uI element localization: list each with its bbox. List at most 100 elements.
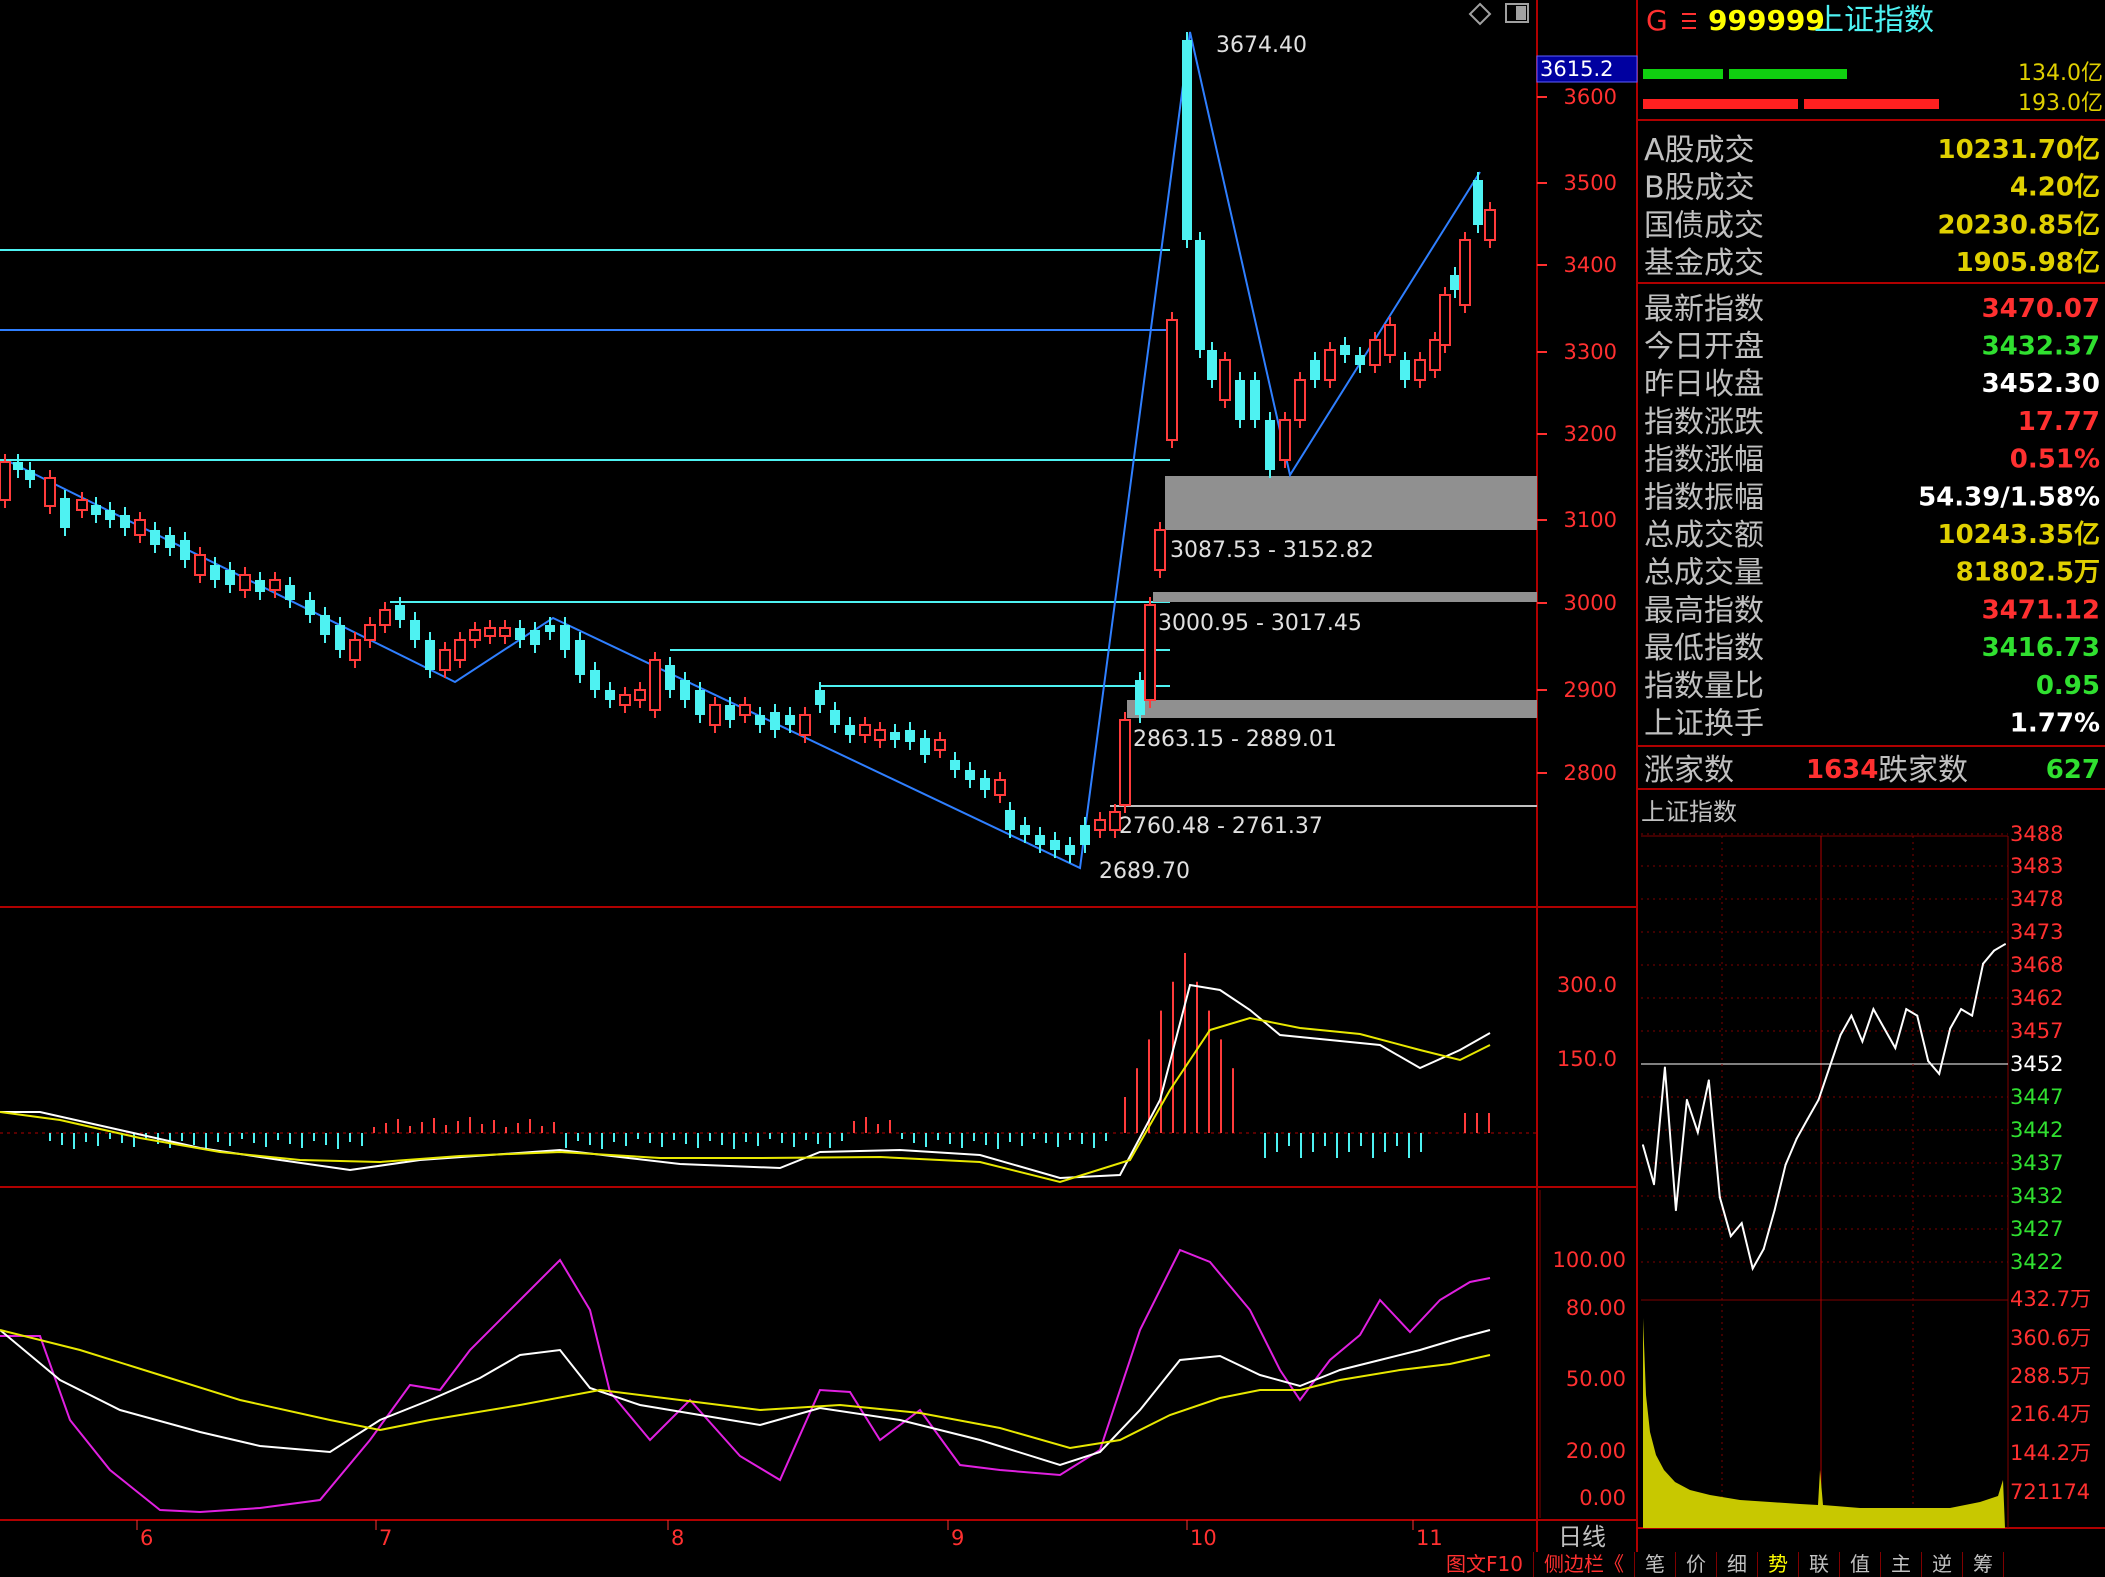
candle-body <box>934 739 946 751</box>
tab-bi[interactable]: 笔 <box>1635 1552 1676 1577</box>
stat-value: 3416.73 <box>1982 633 2100 663</box>
candle-body <box>44 477 56 507</box>
stat-label: 最低指数 <box>1644 631 1764 666</box>
price-tick-label: 3500 <box>1564 171 1617 195</box>
candle-body <box>920 738 930 755</box>
kdj-tick-label: 0.00 <box>1579 1486 1626 1510</box>
kdj-tick-label: 80.00 <box>1566 1296 1626 1320</box>
intraday-price-tick: 3422 <box>2010 1250 2063 1274</box>
candle-body <box>605 690 615 700</box>
tab-shi[interactable]: 势 <box>1758 1552 1799 1577</box>
tab-jia[interactable]: 价 <box>1676 1552 1717 1577</box>
stat-value: 1.77% <box>2010 709 2100 739</box>
tab-ni[interactable]: 逆 <box>1922 1552 1963 1577</box>
stat-value: 81802.5万 <box>1956 558 2100 588</box>
kdj-tick-label: 50.00 <box>1566 1367 1626 1391</box>
candle-body <box>1119 719 1131 806</box>
candle-body <box>1355 355 1365 365</box>
diamond-icon[interactable] <box>1468 2 1492 26</box>
candle-body <box>13 462 23 470</box>
intraday-price-tick: 3468 <box>2010 953 2063 977</box>
intraday-price-series <box>1642 943 2006 1272</box>
candle-body <box>1250 380 1260 420</box>
candle-body <box>1195 240 1205 350</box>
tab-f10[interactable]: 图文F10 <box>1436 1552 1534 1577</box>
stat-value: 10243.35亿 <box>1937 520 2100 550</box>
tab-zhi[interactable]: 值 <box>1840 1552 1881 1577</box>
candle-body <box>1094 819 1106 831</box>
stat-label: 今日开盘 <box>1644 330 1764 365</box>
candle-body <box>225 570 235 585</box>
intraday-point <box>1784 1163 1787 1166</box>
price-tick-label: 3600 <box>1564 85 1617 109</box>
candle-body <box>0 461 11 501</box>
intraday-price-axis: 3488 3483 3478 3473 3468 3462 3457 3452 3447 3442… <box>2010 822 2063 1274</box>
stat-value: 20230.85亿 <box>1937 210 2100 240</box>
window-toggle-icon[interactable] <box>1505 3 1529 23</box>
period-label[interactable]: 日线 <box>1558 1523 1606 1551</box>
stat-value: 3432.37 <box>1982 332 2100 362</box>
stat-value: 17.77 <box>2018 407 2100 437</box>
candle-body <box>980 778 990 790</box>
price-tick-label: 3300 <box>1564 340 1617 364</box>
candle-body <box>695 690 705 715</box>
price-tick-label: 3400 <box>1564 253 1617 277</box>
tab-xi[interactable]: 细 <box>1717 1552 1758 1577</box>
flow-bars <box>1643 69 1939 109</box>
stat-label: 指数涨跌 <box>1644 405 1764 440</box>
intraday-price-tick: 3473 <box>2010 920 2063 944</box>
month-label: 11 <box>1416 1526 1443 1550</box>
intraday-point <box>1806 1118 1809 1121</box>
price-axis: 3600 3500 3400 3300 3200 3100 3000 2900 2800 <box>1537 85 1617 785</box>
candle-body <box>1340 345 1350 355</box>
intraday-volume-tick: 721174 <box>2010 1480 2090 1504</box>
intraday-volume-axis: 432.7万 360.6万 288.5万 216.4万 144.2万 721174 <box>2010 1287 2091 1504</box>
candle-body <box>815 690 825 705</box>
menu-lines-icon[interactable] <box>1682 13 1696 29</box>
intraday-point <box>1773 1209 1776 1212</box>
stat-label: B股成交 <box>1644 171 1755 206</box>
intraday-point <box>1861 1040 1864 1043</box>
low-label: 2689.70 <box>1099 859 1190 884</box>
stat-label: 最高指数 <box>1644 593 1764 628</box>
tab-chou[interactable]: 筹 <box>1963 1552 2004 1577</box>
candle-body <box>499 627 511 637</box>
tab-sidebar[interactable]: 侧边栏《 <box>1534 1552 1635 1577</box>
tab-lian[interactable]: 联 <box>1799 1552 1840 1577</box>
candle-body <box>239 574 251 591</box>
intraday-price-tick: 3483 <box>2010 854 2063 878</box>
candle-body <box>1182 40 1192 240</box>
price-tick-label: 2800 <box>1564 761 1617 785</box>
intraday-price-tick: 3442 <box>2010 1118 2063 1142</box>
month-label: 7 <box>379 1526 392 1550</box>
tab-zhu[interactable]: 主 <box>1881 1552 1922 1577</box>
candle-body <box>1294 379 1306 421</box>
candle-body <box>379 609 391 626</box>
candle-body <box>755 715 765 725</box>
candle-body <box>1429 339 1441 371</box>
intraday-point <box>1642 1144 1644 1147</box>
candle-body <box>994 779 1006 796</box>
chart-canvas[interactable]: 3600 3500 3400 3300 3200 3100 3000 2900 2800 361… <box>0 0 2105 1577</box>
candle-body <box>395 605 405 620</box>
intraday-point <box>1707 1079 1710 1082</box>
candle-body <box>439 649 451 671</box>
candle-body <box>830 710 840 725</box>
candle-body <box>25 470 35 480</box>
stock-name: 上证指数 <box>1814 3 1934 38</box>
candle-body <box>454 639 466 661</box>
candle-body <box>1065 845 1075 855</box>
candle-body <box>469 629 481 641</box>
stat-label: 国债成交 <box>1644 208 1764 243</box>
macd-tick-label: 300.0 <box>1557 973 1617 997</box>
kdj-tick-label: 20.00 <box>1566 1439 1626 1463</box>
candle-body <box>425 640 435 670</box>
stat-label: 指数振幅 <box>1644 480 1764 515</box>
gap-label-3: 2863.15 - 2889.01 <box>1133 727 1337 752</box>
candle-body <box>305 600 315 615</box>
candle-body <box>725 705 735 720</box>
candle-body <box>515 628 525 640</box>
current-price-label: 3615.2 <box>1540 57 1613 81</box>
candle-body <box>1050 840 1060 850</box>
candle-body <box>890 732 900 740</box>
